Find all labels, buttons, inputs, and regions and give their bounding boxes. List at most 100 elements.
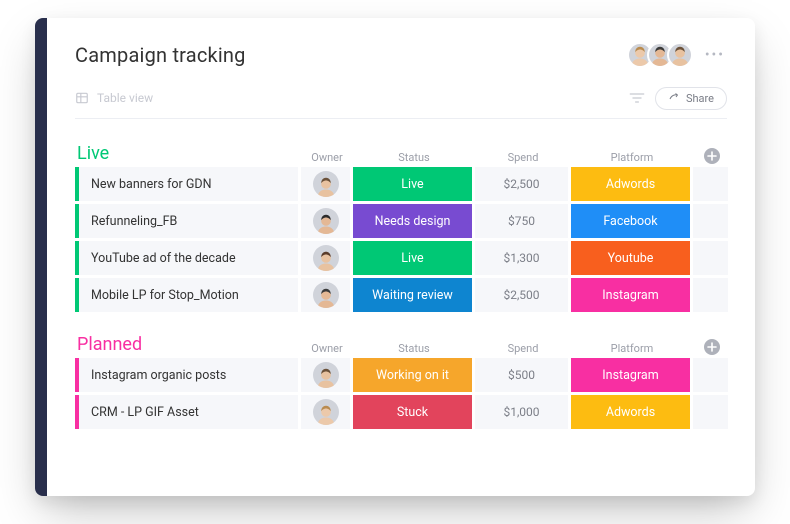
toolbar-right: Share [629,87,727,110]
share-icon [668,93,680,103]
column-header-spend[interactable]: Spend [475,342,571,355]
platform-label: Adwords [606,405,655,420]
share-button[interactable]: Share [655,87,727,110]
owner-cell[interactable] [301,358,350,392]
group: Live Owner Status Spend Platform New ban… [75,143,727,312]
left-rail [35,18,47,496]
group-title[interactable]: Live [75,143,301,164]
table-row[interactable]: Mobile LP for Stop_Motion Waiting review… [75,278,727,312]
filter-icon[interactable] [629,92,645,104]
owner-avatar [313,362,339,388]
platform-cell[interactable]: Adwords [571,167,690,201]
table-row[interactable]: Instagram organic posts Working on it $5… [75,358,727,392]
view-label: Table view [97,91,153,105]
trailing-cell[interactable] [693,167,728,201]
column-header-status[interactable]: Status [353,342,475,355]
page-title: Campaign tracking [75,43,246,67]
trailing-cell[interactable] [693,395,728,429]
person-icon [669,44,691,66]
spend-cell[interactable]: $2,500 [475,167,568,201]
platform-cell[interactable]: Adwords [571,395,690,429]
content-area: Campaign tracking ••• Table view [47,18,755,496]
item-name-cell[interactable]: Mobile LP for Stop_Motion [75,278,298,312]
table-row[interactable]: YouTube ad of the decade Live $1,300 You… [75,241,727,275]
view-switcher[interactable]: Table view [75,91,153,105]
status-cell[interactable]: Live [353,241,472,275]
person-icon [315,403,337,425]
column-header-platform[interactable]: Platform [571,342,693,355]
spend-cell[interactable]: $750 [475,204,568,238]
status-label: Working on it [376,368,449,383]
more-menu-button[interactable]: ••• [703,47,727,63]
status-cell[interactable]: Working on it [353,358,472,392]
person-icon [315,249,337,271]
item-name: Mobile LP for Stop_Motion [91,288,239,303]
owner-avatar [313,399,339,425]
table-row[interactable]: Refunneling_FB Needs design $750 Faceboo… [75,204,727,238]
platform-cell[interactable]: Instagram [571,358,690,392]
spend-value: $1,300 [503,251,539,265]
add-column-button[interactable] [704,148,720,164]
status-cell[interactable]: Stuck [353,395,472,429]
owner-avatar [313,282,339,308]
owner-cell[interactable] [301,241,350,275]
column-header-status[interactable]: Status [353,151,475,164]
plus-icon [707,151,717,161]
status-cell[interactable]: Waiting review [353,278,472,312]
platform-label: Instagram [602,368,658,383]
spend-cell[interactable]: $1,300 [475,241,568,275]
owner-cell[interactable] [301,278,350,312]
trailing-cell[interactable] [693,278,728,312]
owner-cell[interactable] [301,395,350,429]
add-column-button[interactable] [704,339,720,355]
group-title[interactable]: Planned [75,334,301,355]
platform-label: Adwords [606,177,655,192]
toolbar: Table view Share [75,84,727,112]
item-name-cell[interactable]: Refunneling_FB [75,204,298,238]
item-name: New banners for GDN [91,177,212,192]
status-cell[interactable]: Live [353,167,472,201]
status-label: Waiting review [372,288,453,303]
person-icon [315,366,337,388]
trailing-cell[interactable] [693,204,728,238]
table-view-icon [75,91,89,105]
app-window: Campaign tracking ••• Table view [35,18,755,496]
item-name-cell[interactable]: YouTube ad of the decade [75,241,298,275]
item-name-cell[interactable]: CRM - LP GIF Asset [75,395,298,429]
item-name: Instagram organic posts [91,368,226,383]
member-avatar[interactable] [667,42,693,68]
spend-cell[interactable]: $1,000 [475,395,568,429]
spend-cell[interactable]: $2,500 [475,278,568,312]
table-row[interactable]: New banners for GDN Live $2,500 Adwords [75,167,727,201]
column-header-spend[interactable]: Spend [475,151,571,164]
spend-value: $2,500 [503,177,539,191]
spend-value: $2,500 [503,288,539,302]
platform-cell[interactable]: Instagram [571,278,690,312]
column-header-owner[interactable]: Owner [301,342,353,355]
member-avatars[interactable] [627,42,693,68]
platform-label: Instagram [602,288,658,303]
status-label: Needs design [375,214,451,229]
column-header-platform[interactable]: Platform [571,151,693,164]
item-name: Refunneling_FB [91,214,177,229]
platform-label: Facebook [603,214,657,229]
trailing-cell[interactable] [693,241,728,275]
owner-cell[interactable] [301,167,350,201]
item-name-cell[interactable]: Instagram organic posts [75,358,298,392]
spend-cell[interactable]: $500 [475,358,568,392]
item-name-cell[interactable]: New banners for GDN [75,167,298,201]
platform-cell[interactable]: Youtube [571,241,690,275]
status-cell[interactable]: Needs design [353,204,472,238]
table-row[interactable]: CRM - LP GIF Asset Stuck $1,000 Adwords [75,395,727,429]
owner-avatar [313,208,339,234]
owner-cell[interactable] [301,204,350,238]
platform-cell[interactable]: Facebook [571,204,690,238]
status-label: Live [401,251,423,266]
person-icon [315,175,337,197]
item-name: CRM - LP GIF Asset [91,405,199,420]
owner-avatar [313,245,339,271]
trailing-cell[interactable] [693,358,728,392]
column-header-owner[interactable]: Owner [301,151,353,164]
person-icon [315,212,337,234]
share-label: Share [686,92,714,105]
